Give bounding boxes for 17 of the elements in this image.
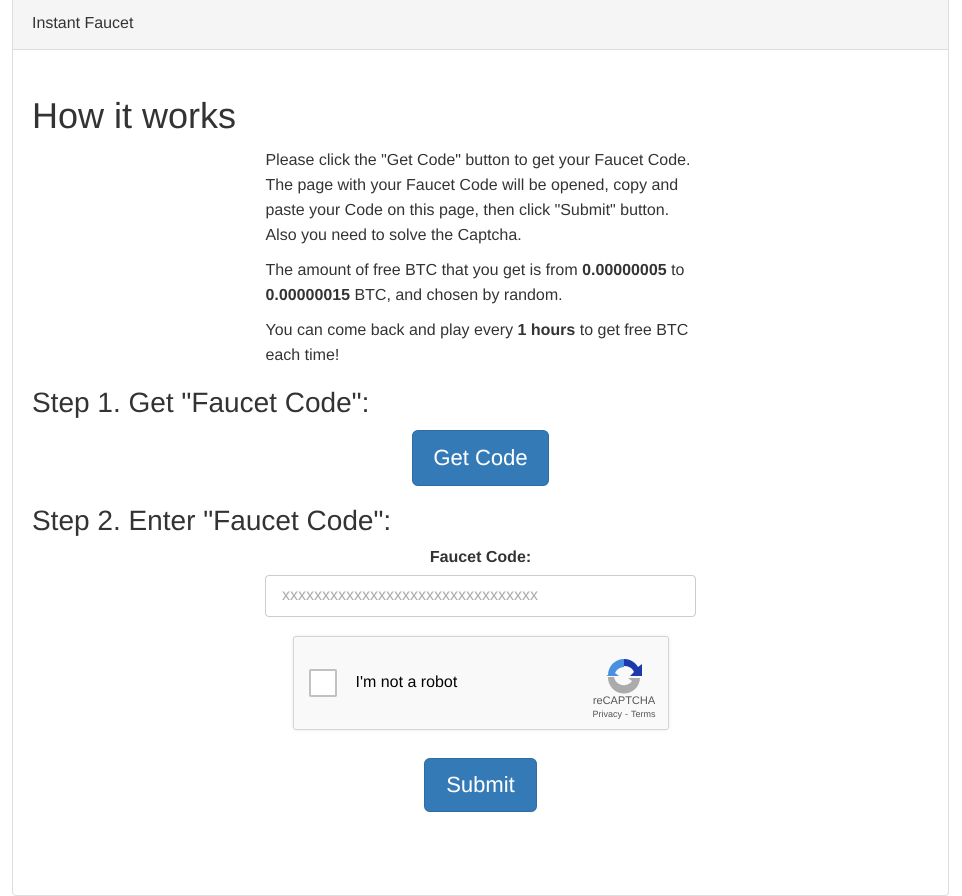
panel-header: Instant Faucet [13,0,948,50]
step-heading: Step 1. Get "Faucet Code": [32,388,370,418]
field-label: Faucet Code: [430,549,532,568]
get-code-button[interactable]: Get Code [412,430,549,486]
paragraph: You can come back and play every 1 hours to get free BTC each time! [266,320,690,366]
privacy-link[interactable]: Privacy [592,709,622,720]
captcha-label: I'm not a robot [356,674,458,692]
captcha-checkbox[interactable] [308,669,336,698]
submit-button[interactable]: Submit [424,758,537,812]
link-separator: - [625,709,628,720]
step-heading: Step 2. Enter "Faucet Code": [32,506,392,538]
code-input-field[interactable]: xxxxxxxxxxxxxxxxxxxxxxxxxxxxxxxx [265,575,696,618]
page-heading: How it works [32,96,238,136]
paragraph: The amount of free BTC that you get is from 0.00000005 to 0.00000015 BTC, and chosen by random. [266,260,686,306]
paragraph: Please click the "Get Code" button to get your Faucet Code. The page with your Faucet Code will be opened, copy and paste your Code on this page, then click "Submit" button. Also you need to solve the Captcha. [266,150,692,246]
terms-link[interactable]: Terms [631,709,656,720]
captcha-brand: reCAPTCHA [592,695,656,708]
